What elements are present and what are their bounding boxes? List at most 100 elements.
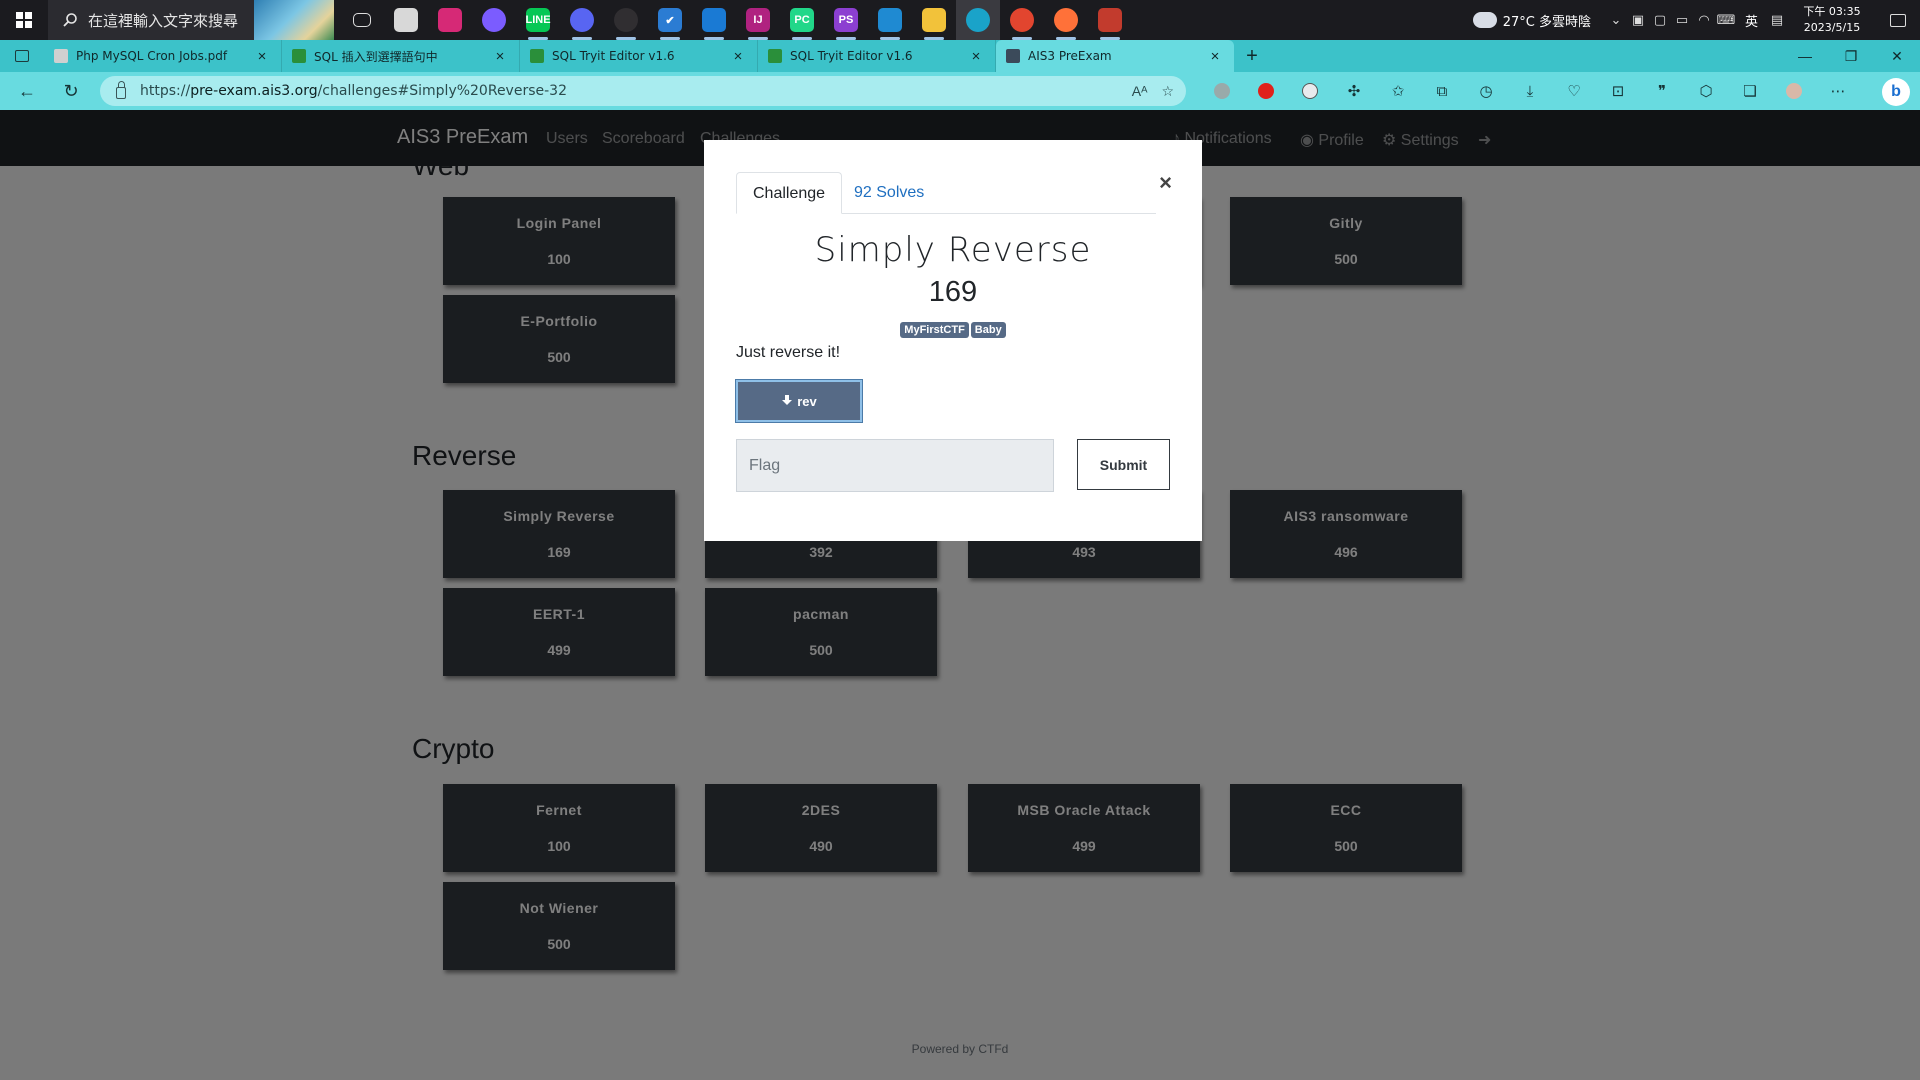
tab-actions-button[interactable] <box>0 40 44 72</box>
browser-tab[interactable]: Php MySQL Cron Jobs.pdf × <box>44 40 282 72</box>
vscode-icon <box>878 8 902 32</box>
line-icon: LINE <box>525 8 551 32</box>
mail-icon <box>702 8 726 32</box>
tag-badge: Baby <box>970 322 1006 338</box>
taskbar-app-instagram[interactable] <box>428 0 472 40</box>
tab-favicon-icon <box>54 49 68 63</box>
ime-mode-icon[interactable]: ▤ <box>1766 0 1788 40</box>
downloads-icon[interactable]: ⤓ <box>1508 72 1552 110</box>
tab-challenge[interactable]: Challenge <box>736 172 843 214</box>
tab-actions-icon <box>15 50 29 62</box>
taskbar-app-file-explorer[interactable] <box>912 0 956 40</box>
display-icon[interactable]: ▢ <box>1649 0 1671 40</box>
start-button[interactable] <box>0 0 48 40</box>
discord-icon <box>570 8 594 32</box>
restore-button[interactable]: ❐ <box>1828 40 1874 72</box>
close-window-button[interactable]: ✕ <box>1874 40 1920 72</box>
extension-chat-icon[interactable] <box>1288 72 1332 110</box>
taskbar-search-placeholder: 在這裡輸入文字來搜尋 <box>88 11 239 30</box>
extensions-puzzle-icon[interactable]: ✣ <box>1332 72 1376 110</box>
browser-tab[interactable]: SQL Tryit Editor v1.6 × <box>758 40 996 72</box>
address-bar[interactable]: https://pre-exam.ais3.org/challenges#Sim… <box>100 76 1186 106</box>
clock-date: 2023/5/15 <box>1803 21 1861 34</box>
todo-icon: ✔ <box>658 8 682 32</box>
taskbar-app-mail[interactable] <box>692 0 736 40</box>
screenshot-icon[interactable]: ⊡ <box>1596 72 1640 110</box>
obs-icon <box>614 8 638 32</box>
minimize-button[interactable]: — <box>1782 40 1828 72</box>
taskbar-app-messenger[interactable] <box>472 0 516 40</box>
system-tray: 27°C 多雲時陰 ⌄ ▣ ▢ ▭ ◠ ⌨ 英 ▤ 下午 03:35 2023/… <box>1469 0 1920 40</box>
lock-icon <box>116 81 126 99</box>
favorite-star-icon[interactable]: ☆ <box>1161 83 1174 100</box>
notification-center-button[interactable] <box>1876 0 1920 40</box>
workspaces-icon[interactable]: ❏ <box>1728 72 1772 110</box>
browser-tab[interactable]: SQL 插入到選擇語句中 × <box>282 40 520 72</box>
taskbar-app-git-tool[interactable] <box>1088 0 1132 40</box>
meet-now-icon[interactable]: ▣ <box>1627 0 1649 40</box>
collections-icon[interactable]: ⧉ <box>1420 72 1464 110</box>
chevron-up-icon[interactable]: ⌄ <box>1605 0 1627 40</box>
history-icon[interactable]: ◷ <box>1464 72 1508 110</box>
taskbar-app-chrome[interactable] <box>1000 0 1044 40</box>
flag-input[interactable] <box>736 439 1054 492</box>
clock[interactable]: 下午 03:35 2023/5/15 <box>1788 4 1876 36</box>
back-button[interactable]: ← <box>8 72 46 110</box>
challenge-tags: MyFirstCTF Baby <box>704 322 1202 338</box>
ime-indicator[interactable]: 英 <box>1745 11 1758 30</box>
taskbar-app-line[interactable]: LINE <box>516 0 560 40</box>
tab-close-icon[interactable]: × <box>967 48 985 65</box>
favorites-icon[interactable]: ✩ <box>1376 72 1420 110</box>
browser-tab-strip: Php MySQL Cron Jobs.pdf × SQL 插入到選擇語句中 × SQL… <box>0 40 1920 72</box>
browser-tab[interactable]: SQL Tryit Editor v1.6 × <box>520 40 758 72</box>
page-viewport: AIS3 PreExam Users Scoreboard Challenges… <box>0 110 1920 1080</box>
profile-avatar[interactable] <box>1772 72 1816 110</box>
wifi-icon[interactable]: ◠ <box>1693 0 1715 40</box>
submit-button[interactable]: Submit <box>1077 439 1170 490</box>
extension-opera-icon[interactable] <box>1244 72 1288 110</box>
pycharm-icon: PC <box>790 8 814 32</box>
bing-chat-icon[interactable]: b <box>1882 78 1910 106</box>
read-aloud-icon[interactable]: Aᴬ <box>1132 83 1148 99</box>
taskbar-app-intellij[interactable]: IJ <box>736 0 780 40</box>
taskbar-app-edge[interactable] <box>956 0 1000 40</box>
performance-heart-icon[interactable]: ♡ <box>1552 72 1596 110</box>
extensions-bar: ✣ ✩ ⧉ ◷ ⤓ ♡ ⊡ ❞ ⬡ ❏ ⋯ <box>1200 72 1860 110</box>
taskbar-app-phpstorm[interactable]: PS <box>824 0 868 40</box>
refresh-button[interactable]: ↻ <box>52 72 90 110</box>
download-file-button[interactable]: rev <box>736 380 862 422</box>
clock-time: 下午 03:35 <box>1803 5 1861 18</box>
taskbar-app-pycharm[interactable]: PC <box>780 0 824 40</box>
keyboard-icon[interactable]: ⌨ <box>1715 0 1737 40</box>
taskbar-app-obs[interactable] <box>604 0 648 40</box>
modal-tabs: Challenge 92 Solves <box>736 172 1156 214</box>
taskbar-app-firefox[interactable] <box>1044 0 1088 40</box>
more-menu-icon[interactable]: ⋯ <box>1816 72 1860 110</box>
taskbar-search-box[interactable]: 在這裡輸入文字來搜尋 <box>48 0 334 40</box>
browser-tab[interactable]: AIS3 PreExam × <box>996 40 1234 72</box>
modal-close-button[interactable]: × <box>1159 170 1172 196</box>
tab-close-icon[interactable]: × <box>253 48 271 65</box>
challenge-description: Just reverse it! <box>736 344 841 361</box>
tab-title: SQL Tryit Editor v1.6 <box>790 49 913 63</box>
quote-icon[interactable]: ❞ <box>1640 72 1684 110</box>
taskbar-app-vscode[interactable] <box>868 0 912 40</box>
weather-widget[interactable]: 27°C 多雲時陰 <box>1469 7 1591 30</box>
tab-solves[interactable]: 92 Solves <box>838 172 940 214</box>
browser-essentials-icon[interactable]: ⬡ <box>1684 72 1728 110</box>
taskbar-app-discord[interactable] <box>560 0 604 40</box>
extension-gray-icon[interactable] <box>1200 72 1244 110</box>
tab-close-icon[interactable]: × <box>1206 48 1224 65</box>
git-tool-icon <box>1098 8 1122 32</box>
search-icon <box>63 13 77 27</box>
challenge-modal: × Challenge 92 Solves Simply Reverse 169… <box>704 140 1202 541</box>
instagram-icon <box>438 8 462 32</box>
taskbar-app-notepad[interactable] <box>384 0 428 40</box>
battery-icon[interactable]: ▭ <box>1671 0 1693 40</box>
tab-close-icon[interactable]: × <box>491 48 509 65</box>
new-tab-button[interactable]: + <box>1234 40 1270 72</box>
taskbar-app-task-view[interactable] <box>340 0 384 40</box>
cloud-sun-icon <box>1469 7 1497 28</box>
taskbar-app-todo[interactable]: ✔ <box>648 0 692 40</box>
tab-close-icon[interactable]: × <box>729 48 747 65</box>
